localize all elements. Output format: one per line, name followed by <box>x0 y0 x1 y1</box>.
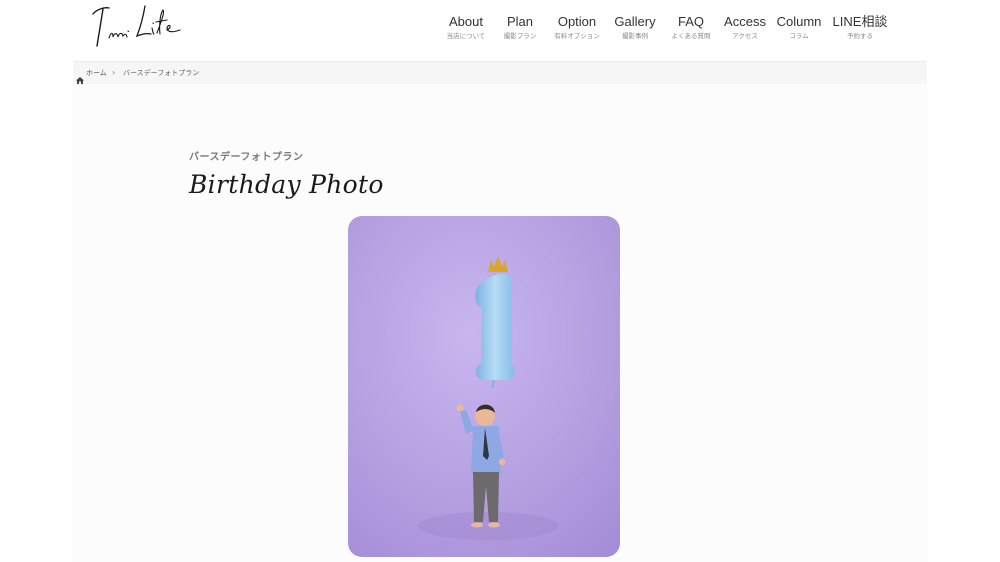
nav-item-about[interactable]: About 当店について <box>436 14 496 41</box>
nav-label: LINE相談 <box>832 14 888 29</box>
home-icon[interactable] <box>76 69 84 88</box>
nav-item-gallery[interactable]: Gallery 撮影事例 <box>605 14 665 41</box>
nav-label: Gallery <box>614 14 656 29</box>
nav-label: Option <box>557 14 597 29</box>
nav-sublabel: アクセス <box>732 32 758 40</box>
page-subtitle: バースデーフォトプラン <box>189 152 304 163</box>
nav-item-access[interactable]: Access アクセス <box>715 14 775 41</box>
nav-label: FAQ <box>677 14 704 29</box>
nav-sublabel: 予約する <box>847 32 873 40</box>
nav-label: Column <box>776 14 822 29</box>
page: About 当店について Plan 撮影プラン Option 有料オプション G… <box>73 0 927 562</box>
nav-label: About <box>449 14 483 29</box>
nav-item-faq[interactable]: FAQ よくある質問 <box>661 14 721 41</box>
nav-label: Access <box>724 14 766 29</box>
nav-sublabel: コラム <box>789 32 809 40</box>
nav-item-option[interactable]: Option 有料オプション <box>547 14 607 41</box>
site-header: About 当店について Plan 撮影プラン Option 有料オプション G… <box>73 0 927 62</box>
nav-item-line-consult[interactable]: LINE相談 予約する <box>830 14 890 41</box>
nav-item-plan[interactable]: Plan 撮影プラン <box>490 14 550 41</box>
nav-label: Plan <box>506 14 534 29</box>
nav-item-column[interactable]: Column コラム <box>769 14 829 41</box>
main-navigation: About 当店について Plan 撮影プラン Option 有料オプション G… <box>73 14 927 44</box>
nav-sublabel: 有料オプション <box>554 32 600 40</box>
nav-sublabel: 撮影プラン <box>503 32 537 40</box>
chevron-right-icon: › <box>112 68 116 77</box>
breadcrumb-current: バースデーフォトプラン <box>123 69 200 77</box>
nav-sublabel: よくある質問 <box>671 32 711 40</box>
hero-photo-image <box>348 216 620 557</box>
breadcrumb-home-link[interactable]: ホーム <box>86 68 107 78</box>
breadcrumb: ホーム › バースデーフォトプラン <box>73 62 927 84</box>
hero-photo <box>348 216 620 557</box>
nav-sublabel: 当店について <box>446 32 486 40</box>
nav-sublabel: 撮影事例 <box>622 32 648 40</box>
page-title: Birthday Photo <box>189 170 384 199</box>
